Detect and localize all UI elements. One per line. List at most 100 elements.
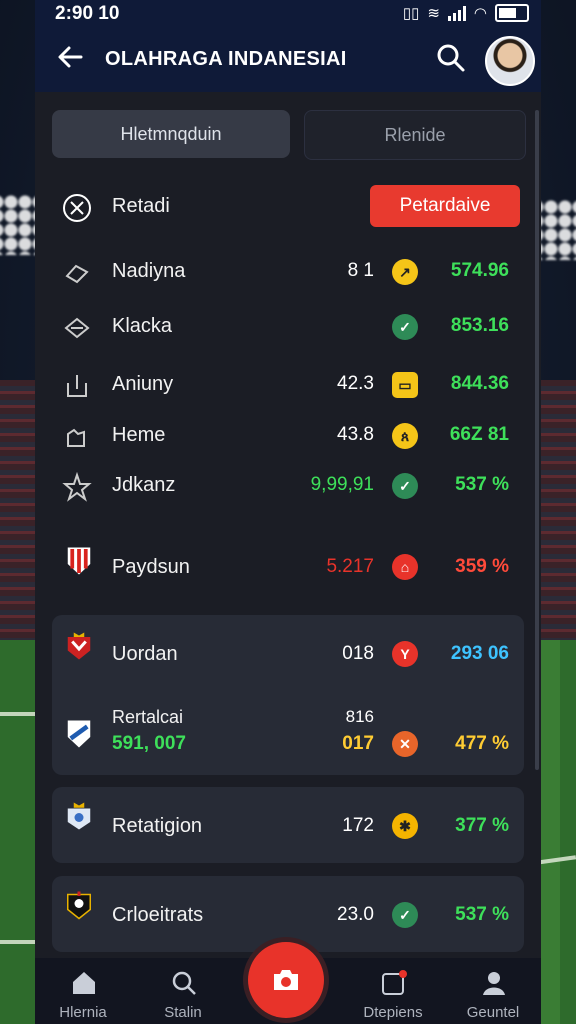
nav-label: Hlernia xyxy=(59,1004,107,1021)
item-value: 8 1 xyxy=(347,260,374,281)
team-crest-icon xyxy=(67,547,91,575)
team-value: 172 xyxy=(342,815,374,836)
scrollbar[interactable] xyxy=(535,110,539,770)
team-name: Retatigion xyxy=(112,815,203,837)
check-icon: ✓ xyxy=(392,473,418,499)
item-value: 9,99,91 xyxy=(310,474,374,495)
team-percent: 359 % xyxy=(455,556,509,577)
team-badge-icon: Y xyxy=(392,641,418,667)
nav-notifications[interactable]: Dtepiens xyxy=(353,958,433,1024)
team-row[interactable]: Paydsun 5.217 ⌂ 359 % xyxy=(52,540,524,596)
team-badge-icon: ✕ xyxy=(392,731,418,757)
tab-second[interactable]: Rlenide xyxy=(304,110,526,160)
action-button[interactable]: Petardaive xyxy=(370,185,520,227)
nav-home[interactable]: Hlernia xyxy=(43,958,123,1024)
team-row[interactable]: Uordan 018 Y 293 06 xyxy=(52,627,524,683)
status-icons: ▯▯ ≋ ◠ xyxy=(403,4,529,22)
item-percent: 537 % xyxy=(455,474,509,495)
team-value: 018 xyxy=(342,643,374,664)
team-percent: 477 % xyxy=(455,733,509,754)
trend-icon: ↗ xyxy=(392,259,418,285)
card-icon: ▭ xyxy=(392,372,418,398)
check-icon: ✓ xyxy=(392,314,418,340)
team-value: 017 xyxy=(342,733,374,754)
vibrate-icon: ▯▯ xyxy=(402,5,420,22)
item-percent: 574.96 xyxy=(450,260,509,281)
team-percent: 377 % xyxy=(455,815,509,836)
tab-first[interactable]: Hletmnqduin xyxy=(52,110,290,158)
avatar[interactable] xyxy=(485,36,535,86)
list-item[interactable]: Nadiyna 8 1 ↗ 574.96 xyxy=(52,247,524,299)
tab-bar: Hletmnqduin Rlenide xyxy=(52,110,526,160)
team-badge-icon: ⌂ xyxy=(392,554,418,580)
camera-button[interactable] xyxy=(248,942,324,1018)
team-card: Uordan 018 Y 293 06 Rertalcai 591, 007 8… xyxy=(52,615,524,775)
nav-profile[interactable]: Geuntel xyxy=(453,958,533,1024)
star-icon xyxy=(62,472,92,502)
nav-label: Stalin xyxy=(164,1004,202,1021)
profile-icon xyxy=(483,972,505,995)
team-name: Paydsun xyxy=(112,556,190,578)
team-percent: 293 06 xyxy=(450,643,509,664)
item-percent: 844.36 xyxy=(450,373,509,394)
glove-icon xyxy=(67,428,85,447)
team-sub: 591, 007 xyxy=(112,733,186,754)
item-percent: 853.16 xyxy=(450,315,509,336)
item-percent: 66Z 81 xyxy=(449,424,509,445)
list-item[interactable]: Klacka ✓ 853.16 xyxy=(52,302,524,354)
hand-icon xyxy=(65,264,89,284)
item-name: Klacka xyxy=(112,315,173,337)
nav-label: Dtepiens xyxy=(363,1004,423,1021)
camera-icon xyxy=(274,970,298,990)
nav-search[interactable]: Stalin xyxy=(143,958,223,1024)
team-name: Rertalcai xyxy=(112,707,184,727)
section-title: Retadi xyxy=(112,195,170,217)
wifi-icon: ◠ xyxy=(473,5,487,22)
signal-icon xyxy=(447,5,466,21)
runner-icon: ጰ xyxy=(392,423,418,449)
app-bar: OLAHRAGA INDANESIAI xyxy=(35,26,541,92)
team-crest-icon xyxy=(67,720,91,748)
pitch-line xyxy=(0,712,40,716)
item-name: Jdkanz xyxy=(112,474,176,496)
wifi-calling-icon: ≋ xyxy=(427,5,440,22)
list-item[interactable]: Jdkanz 9,99,91 ✓ 537 % xyxy=(52,461,524,513)
status-time: 2:90 10 xyxy=(55,3,120,24)
team-crest-icon xyxy=(67,802,91,830)
team-card: Retatigion 172 ✱ 377 % xyxy=(52,787,524,863)
page-title: OLAHRAGA INDANESIAI xyxy=(105,48,347,70)
team-row[interactable]: Crloeitrats 23.0 ✓ 537 % xyxy=(52,888,524,944)
team-value: 23.0 xyxy=(337,904,374,925)
notifications-icon xyxy=(382,970,407,995)
search-icon[interactable] xyxy=(435,42,467,74)
list-item[interactable]: Aniuny 42.3 ▭ 844.36 xyxy=(52,360,524,412)
team-crest-icon xyxy=(67,891,91,920)
team-value: 5.217 xyxy=(326,556,374,577)
item-value: 42.3 xyxy=(337,373,374,394)
back-arrow-icon[interactable] xyxy=(55,42,85,72)
item-value: 43.8 xyxy=(337,424,374,445)
home-icon xyxy=(73,972,95,994)
shield-icon xyxy=(63,194,91,222)
team-badge-icon: ✱ xyxy=(392,813,418,839)
team-percent: 537 % xyxy=(455,904,509,925)
status-bar: 2:90 10 ▯▯ ≋ ◠ xyxy=(35,0,541,26)
item-name: Aniuny xyxy=(112,373,174,395)
team-badge-icon: ✓ xyxy=(392,902,418,928)
diamond-icon xyxy=(64,317,90,339)
item-name: Heme xyxy=(112,424,166,446)
list-item[interactable]: Heme 43.8 ጰ 66Z 81 xyxy=(52,411,524,463)
team-name: Crloeitrats xyxy=(112,904,204,926)
team-row[interactable]: Retatigion 172 ✱ 377 % xyxy=(52,799,524,855)
team-name: Uordan xyxy=(112,643,178,665)
app-panel: 2:90 10 ▯▯ ≋ ◠ OLAHRAGA INDANESIAI Hletm… xyxy=(35,0,541,1024)
team-row[interactable]: Rertalcai 591, 007 816 017 ✕ 477 % xyxy=(52,703,524,767)
team-crest-icon xyxy=(67,632,91,660)
team-value-top: 816 xyxy=(345,707,374,726)
search-icon xyxy=(172,971,196,995)
team-card: Crloeitrats 23.0 ✓ 537 % xyxy=(52,876,524,952)
item-name: Nadiyna xyxy=(112,260,186,282)
nav-label: Geuntel xyxy=(466,1004,520,1021)
share-icon xyxy=(67,375,87,397)
battery-icon xyxy=(495,4,529,22)
